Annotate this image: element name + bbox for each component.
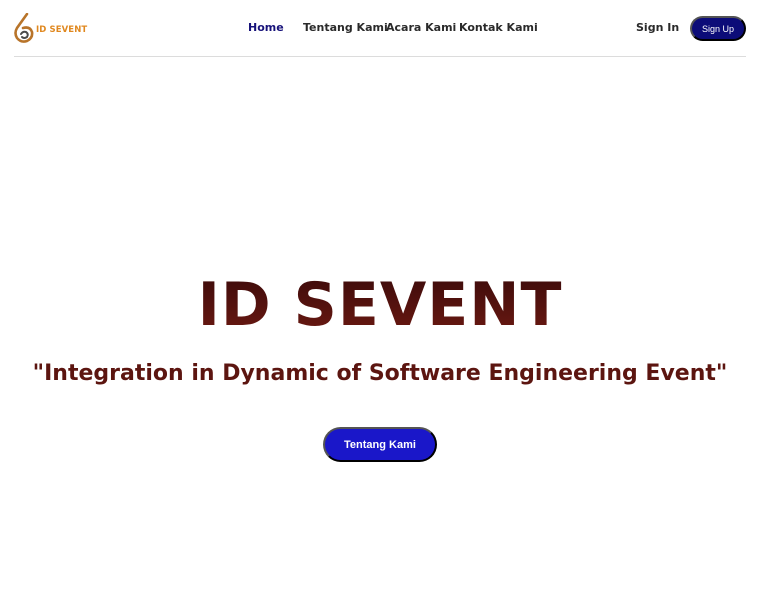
nav-acara-kami[interactable]: Acara Kami <box>386 21 456 34</box>
nav-kontak-kami[interactable]: Kontak Kami <box>459 21 538 34</box>
nav-tentang-kami[interactable]: Tentang Kami <box>303 21 388 34</box>
hero-title: ID SEVENT <box>0 270 760 340</box>
tentang-kami-button[interactable]: Tentang Kami <box>323 427 437 462</box>
navbar: ID SEVENT Home Tentang Kami Acara Kami K… <box>14 0 746 57</box>
sign-up-button[interactable]: Sign Up <box>690 16 746 41</box>
sign-in-link[interactable]: Sign In <box>636 21 679 34</box>
nav-home[interactable]: Home <box>248 21 284 34</box>
hero-tagline: "Integration in Dynamic of Software Engi… <box>32 361 728 386</box>
